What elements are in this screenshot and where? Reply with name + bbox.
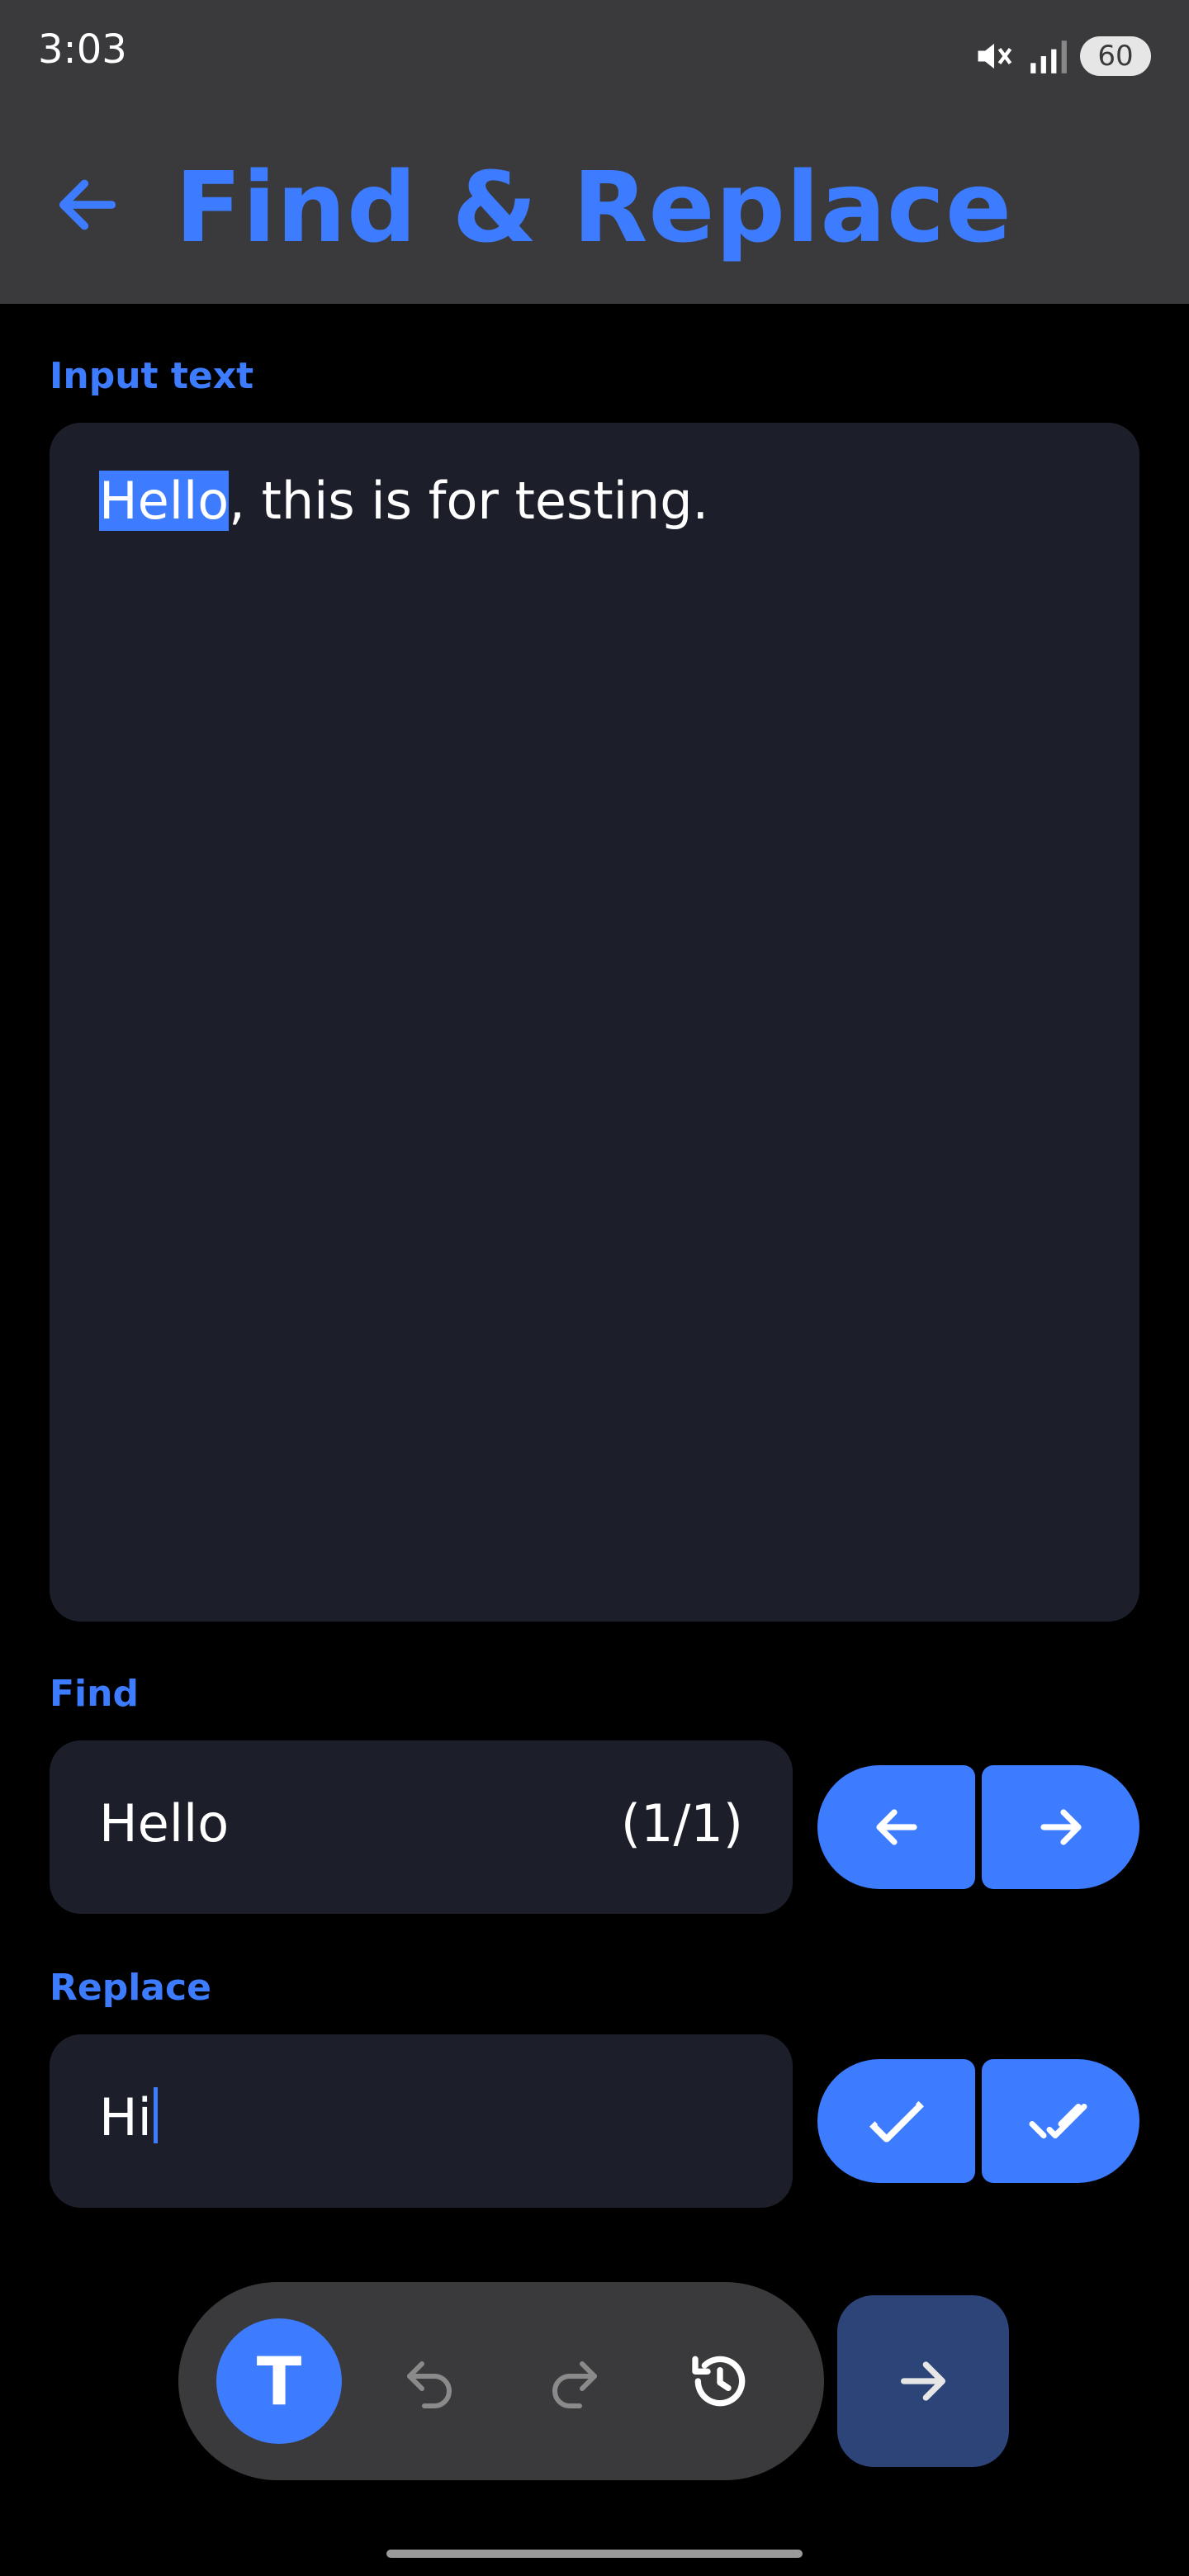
input-text-area[interactable]: Hello, this is for testing.: [50, 423, 1139, 1622]
arrow-right-icon: [1040, 1809, 1082, 1845]
match-count: (1/1): [620, 1793, 743, 1854]
arrow-left-icon: [59, 179, 116, 230]
find-label: Find: [50, 1673, 139, 1715]
check-icon: [869, 2100, 924, 2143]
next-match-button[interactable]: [982, 1765, 1139, 1889]
text-mode-glyph: T: [256, 2342, 302, 2420]
previous-match-button[interactable]: [817, 1765, 975, 1889]
find-field[interactable]: Hello (1/1): [50, 1740, 793, 1914]
find-value: Hello: [99, 1793, 230, 1854]
next-button[interactable]: [837, 2295, 1009, 2467]
double-check-icon: [1029, 2104, 1087, 2138]
redo-button[interactable]: [512, 2318, 637, 2444]
back-button[interactable]: [46, 163, 129, 246]
input-text-label: Input text: [50, 355, 254, 397]
undo-icon: [407, 2361, 452, 2408]
replace-label: Replace: [50, 1967, 211, 2009]
undo-button[interactable]: [367, 2318, 492, 2444]
page-title: Find & Replace: [175, 150, 1013, 264]
replace-value-text: Hi: [99, 2087, 152, 2147]
input-text-content: Hello, this is for testing.: [99, 471, 708, 531]
replace-buttons: [817, 2059, 1139, 2183]
replace-one-button[interactable]: [817, 2059, 975, 2183]
signal-icon: [1030, 40, 1067, 73]
redo-icon: [552, 2361, 597, 2408]
text-caret: [153, 2087, 158, 2143]
home-indicator[interactable]: [386, 2550, 803, 2558]
arrow-right-icon: [901, 2361, 945, 2401]
replace-value: Hi: [99, 2087, 158, 2147]
highlighted-match: Hello: [99, 471, 230, 531]
arrow-left-icon: [875, 1809, 917, 1845]
history-button[interactable]: [657, 2318, 783, 2444]
status-bar: 3:03 60: [0, 0, 1189, 116]
input-text-rest: , this is for testing.: [229, 471, 709, 531]
replace-all-button[interactable]: [982, 2059, 1139, 2183]
status-icons: 60: [973, 33, 1151, 79]
status-time: 3:03: [38, 26, 127, 73]
text-mode-button[interactable]: T: [216, 2318, 342, 2444]
bottom-toolbar: T: [178, 2282, 824, 2480]
app-bar: Find & Replace: [0, 116, 1189, 304]
find-nav-buttons: [817, 1765, 1139, 1889]
replace-field[interactable]: Hi: [50, 2034, 793, 2208]
history-icon: [692, 2356, 746, 2407]
battery-indicator: 60: [1080, 36, 1151, 76]
mute-icon: [978, 43, 1012, 69]
